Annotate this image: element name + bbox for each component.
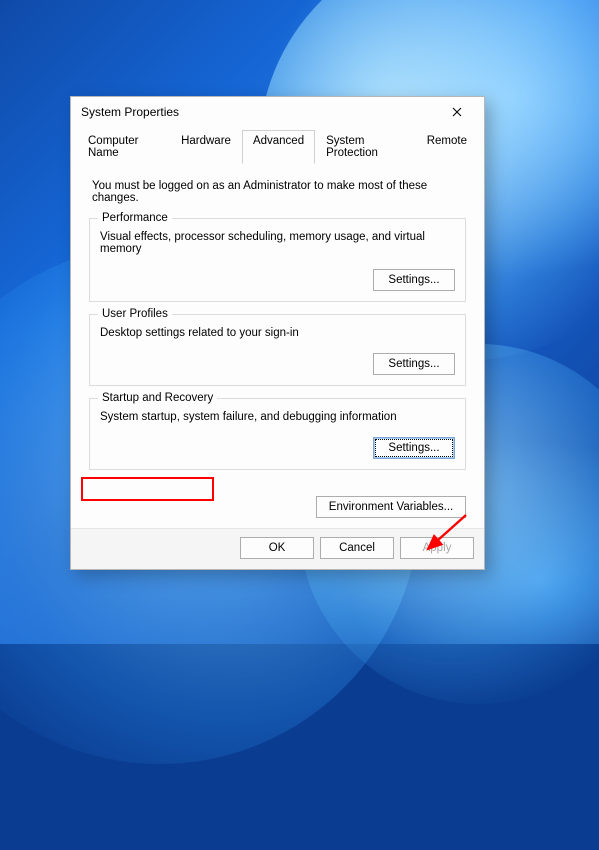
close-icon xyxy=(452,107,462,117)
user-profiles-group: User Profiles Desktop settings related t… xyxy=(89,314,466,386)
system-properties-dialog: System Properties Computer Name Hardware… xyxy=(70,96,485,570)
tab-system-protection[interactable]: System Protection xyxy=(315,130,416,164)
apply-button: Apply xyxy=(400,537,474,559)
user-profiles-legend: User Profiles xyxy=(98,308,172,320)
performance-text: Visual effects, processor scheduling, me… xyxy=(100,231,455,255)
close-button[interactable] xyxy=(438,101,476,123)
user-profiles-text: Desktop settings related to your sign-in xyxy=(100,327,455,339)
tab-remote[interactable]: Remote xyxy=(416,130,478,164)
startup-recovery-group: Startup and Recovery System startup, sys… xyxy=(89,398,466,470)
tab-advanced[interactable]: Advanced xyxy=(242,130,315,164)
performance-legend: Performance xyxy=(98,212,172,224)
tab-body-advanced: You must be logged on as an Administrato… xyxy=(77,164,478,490)
tab-hardware[interactable]: Hardware xyxy=(170,130,242,164)
titlebar: System Properties xyxy=(71,97,484,127)
tab-computer-name[interactable]: Computer Name xyxy=(77,130,170,164)
cancel-button[interactable]: Cancel xyxy=(320,537,394,559)
ok-button[interactable]: OK xyxy=(240,537,314,559)
startup-settings-button[interactable]: Settings... xyxy=(373,437,455,459)
environment-variables-button[interactable]: Environment Variables... xyxy=(316,496,466,518)
tab-strip: Computer Name Hardware Advanced System P… xyxy=(77,129,478,164)
dialog-button-row: OK Cancel Apply xyxy=(71,528,484,569)
startup-recovery-legend: Startup and Recovery xyxy=(98,392,217,404)
dialog-title: System Properties xyxy=(81,105,438,119)
user-profiles-settings-button[interactable]: Settings... xyxy=(373,353,455,375)
startup-recovery-text: System startup, system failure, and debu… xyxy=(100,411,455,423)
performance-settings-button[interactable]: Settings... xyxy=(373,269,455,291)
admin-instruction: You must be logged on as an Administrato… xyxy=(92,180,463,204)
performance-group: Performance Visual effects, processor sc… xyxy=(89,218,466,302)
